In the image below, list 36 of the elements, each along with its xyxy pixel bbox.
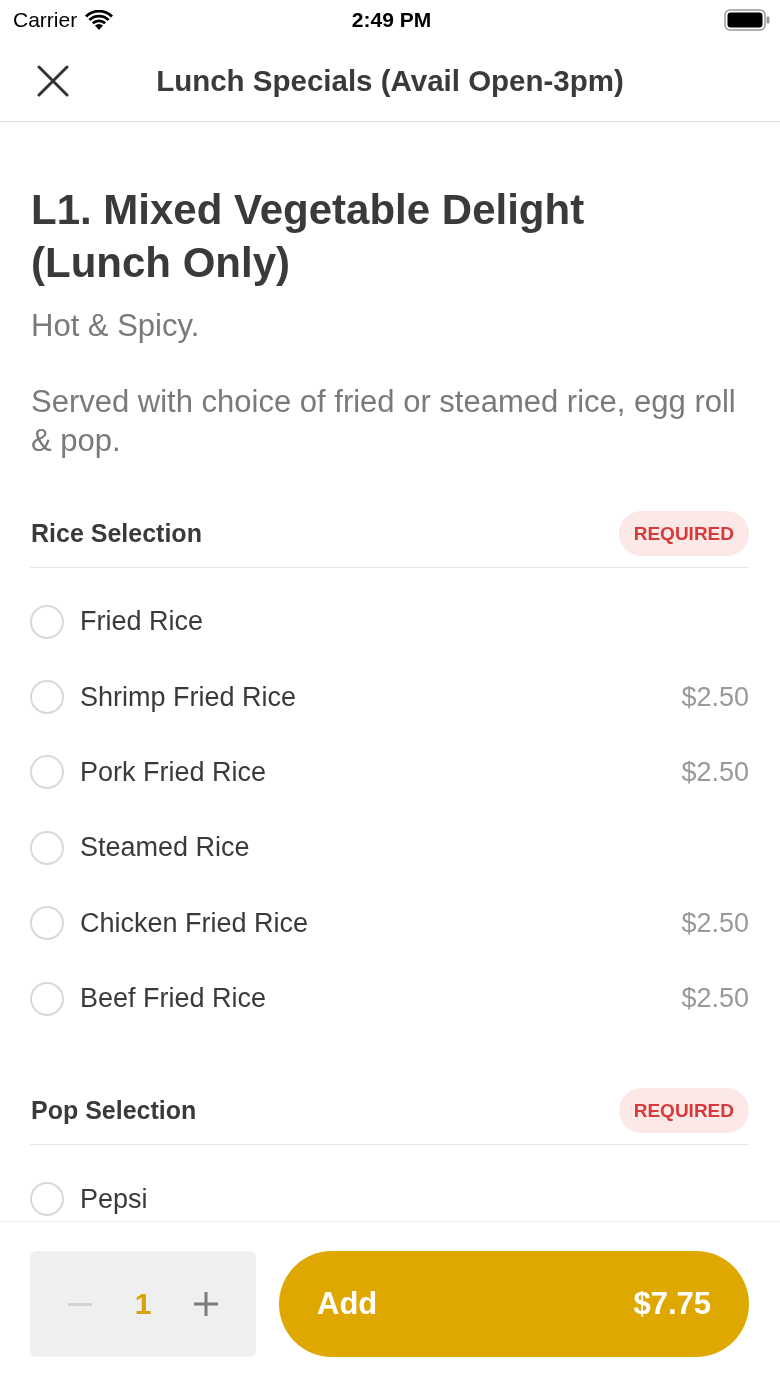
add-button[interactable]: Add $7.75	[279, 1251, 749, 1357]
plus-icon	[194, 1292, 219, 1316]
quantity-value: 1	[134, 1287, 152, 1321]
item-description: Served with choice of fried or steamed rice, egg roll & pop.	[31, 383, 737, 460]
total-price: $7.75	[633, 1286, 711, 1322]
close-button[interactable]	[35, 63, 70, 98]
section-title: Rice Selection	[30, 519, 202, 548]
battery-icon	[724, 9, 770, 31]
radio-button[interactable]	[30, 981, 64, 1016]
radio-button[interactable]	[30, 604, 64, 639]
radio-button[interactable]	[30, 755, 64, 790]
option-label: Pork Fried Rice	[80, 756, 268, 788]
item-title: L1. Mixed Vegetable Delight (Lunch Only)	[31, 185, 586, 288]
required-badge: REQUIRED	[618, 1088, 749, 1134]
section-title: Pop Selection	[30, 1096, 197, 1126]
option-label: Chicken Fried Rice	[80, 907, 310, 939]
item-tagline: Hot & Spicy.	[31, 307, 201, 345]
clock-time: 2:49 PM	[351, 8, 432, 32]
option-label: Beef Fried Rice	[80, 983, 268, 1015]
radio-button[interactable]	[30, 830, 64, 865]
option-label: Steamed Rice	[80, 832, 251, 864]
radio-button[interactable]	[30, 680, 64, 715]
option-label: Shrimp Fried Rice	[80, 681, 298, 713]
carrier-name: Carrier	[13, 8, 78, 32]
radio-button[interactable]	[30, 906, 64, 941]
close-icon	[36, 64, 69, 97]
wifi-icon	[85, 10, 114, 30]
option-price: $2.50	[681, 756, 749, 788]
option-price: $2.50	[681, 983, 749, 1015]
option-price: $2.50	[681, 907, 749, 939]
screen-title: Lunch Specials (Avail Open-3pm)	[156, 63, 624, 98]
option-label: Fried Rice	[80, 606, 205, 638]
required-badge: REQUIRED	[618, 511, 749, 556]
radio-button[interactable]	[30, 1182, 64, 1217]
option-price: $2.50	[681, 681, 749, 713]
option-label: Pepsi	[80, 1183, 149, 1215]
